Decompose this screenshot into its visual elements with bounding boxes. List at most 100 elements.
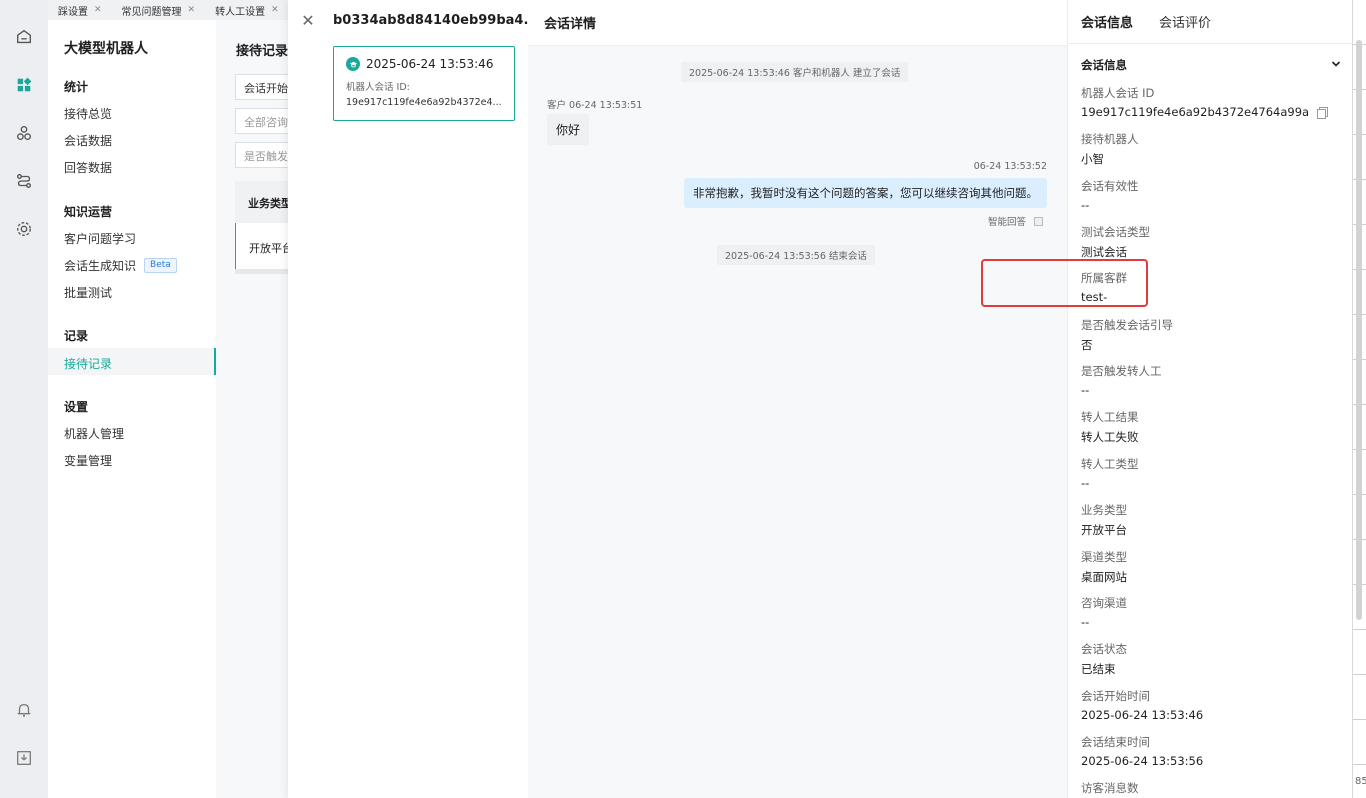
nav-item-session-knowledge[interactable]: 会话生成知识 Beta [64, 257, 177, 274]
close-icon[interactable]: ✕ [94, 5, 102, 15]
close-drawer-button[interactable]: ✕ [298, 10, 318, 30]
session-card[interactable]: 2025-06-24 13:53:46 机器人会话 ID: 19e917c119… [333, 46, 515, 121]
nav-section-title: 知识运营 [64, 205, 113, 219]
message-detail-icon[interactable] [1034, 216, 1043, 226]
bot-message-time: 06-24 13:53:52 [973, 161, 1047, 172]
nav-item-reception-overview[interactable]: 接待总览 [64, 105, 112, 122]
field-business-type: 业务类型 开放平台 [1081, 502, 1341, 538]
chat-panel: 会话详情 2025-06-24 13:53:46 客户和机器人 建立了会话 客户… [528, 0, 1068, 798]
icon-rail [0, 0, 48, 798]
field-transfer-result: 转人工结果 转人工失败 [1081, 409, 1341, 445]
field-label: 会话有效性 [1081, 179, 1139, 193]
top-tab[interactable]: 转人工设置 ✕ [205, 0, 289, 20]
field-value: 否 [1081, 338, 1093, 352]
left-nav: 大模型机器人 统计 接待总览 会话数据 回答数据 知识运营 客户问题学习 会话生… [48, 20, 216, 798]
top-tab-label: 转人工设置 [215, 6, 266, 18]
robot-session-id-value: 19e917c119fe4e6a92b4372e4764a99a [1081, 105, 1310, 119]
field-label: 渠道类型 [1081, 550, 1127, 564]
field-label: 是否触发会话引导 [1081, 318, 1173, 332]
field-label: 转人工结果 [1081, 410, 1139, 424]
top-tab[interactable]: 踩设置 ✕ [48, 0, 112, 20]
nav-section-title: 设置 [64, 400, 89, 414]
system-message-end: 2025-06-24 13:53:56 结束会话 [717, 245, 875, 265]
field-value: 19e917c119fe4e6a92b4372e4764a99a [1081, 105, 1341, 119]
field-value: 已结束 [1081, 662, 1116, 676]
field-value: -- [1081, 615, 1090, 629]
chat-panel-title: 会话详情 [528, 0, 1067, 46]
tab-session-evaluation[interactable]: 会话评价 [1159, 12, 1211, 31]
field-transfer-type: 转人工类型 -- [1081, 456, 1341, 490]
field-value: -- [1081, 383, 1090, 397]
nav-section-title: 记录 [64, 329, 89, 343]
robot-session-icon [346, 57, 360, 71]
scrollbar[interactable] [1356, 40, 1362, 620]
background-window-edge: 85 [1352, 0, 1366, 798]
field-label: 会话开始时间 [1081, 689, 1150, 703]
nav-item-answer-data[interactable]: 回答数据 [64, 159, 112, 176]
nav-item-batch-test[interactable]: 批量测试 [64, 284, 112, 301]
top-tab-label: 踩设置 [58, 6, 88, 18]
session-card-time-row: 2025-06-24 13:53:46 [346, 57, 502, 71]
nav-item-label: 会话生成知识 [64, 259, 137, 273]
info-tab-bar: 会话信息 会话评价 [1068, 0, 1366, 44]
field-label: 是否触发转人工 [1081, 364, 1162, 378]
top-tab[interactable]: 常见问题管理 ✕ [112, 0, 206, 20]
session-list: b0334ab8d84140eb99ba4... 2025-06-24 13:5… [320, 0, 538, 798]
top-tab-label: 常见问题管理 [121, 6, 182, 18]
close-icon[interactable]: ✕ [271, 5, 279, 15]
nav-section-title: 统计 [64, 80, 89, 94]
bot-message: 非常抱歉，我暂时没有这个问题的答案，您可以继续咨询其他问题。 [684, 178, 1047, 208]
field-label: 访客消息数 [1081, 781, 1139, 795]
field-channel-type: 渠道类型 桌面网站 [1081, 549, 1341, 585]
field-visitor-message-count: 访客消息数 [1081, 780, 1341, 796]
field-session-status: 会话状态 已结束 [1081, 641, 1341, 677]
field-value: 2025-06-24 13:53:46 [1081, 708, 1204, 722]
field-consult-channel: 咨询渠道 -- [1081, 595, 1341, 629]
apps-grid-icon[interactable] [14, 75, 34, 95]
field-robot-session-id: 机器人会话 ID 19e917c119fe4e6a92b4372e4764a99… [1081, 85, 1341, 119]
field-label: 会话结束时间 [1081, 735, 1150, 749]
copy-icon[interactable] [1317, 107, 1329, 119]
field-session-end-time: 会话结束时间 2025-06-24 13:53:56 [1081, 734, 1341, 768]
info-section-title: 会话信息 [1081, 58, 1127, 72]
customer-sender-label: 客户 06-24 13:53:51 [547, 100, 643, 111]
session-detail-drawer: ✕ b0334ab8d84140eb99ba4... 2025-06-24 13… [288, 0, 1366, 798]
beta-badge: Beta [144, 258, 177, 273]
download-icon[interactable] [14, 748, 34, 768]
nav-item-session-data[interactable]: 会话数据 [64, 132, 112, 149]
session-start-time: 2025-06-24 13:53:46 [366, 57, 494, 71]
bell-icon[interactable] [14, 700, 34, 720]
page-title: 接待记录 [236, 44, 289, 59]
field-reception-robot: 接待机器人 小智 [1081, 131, 1341, 167]
field-session-validity: 会话有效性 -- [1081, 178, 1341, 212]
nav-item-robot-management[interactable]: 机器人管理 [64, 425, 124, 442]
nav-item-reception-records[interactable]: 接待记录 [64, 355, 112, 372]
settings-gear-icon[interactable] [14, 219, 34, 239]
customer-message: 你好 [547, 114, 590, 145]
nav-item-customer-question-learning[interactable]: 客户问题学习 [64, 230, 136, 247]
visitor-id-title: b0334ab8d84140eb99ba4... [333, 13, 539, 28]
info-section-header[interactable]: 会话信息 [1081, 57, 1341, 73]
users-icon[interactable] [14, 123, 34, 143]
top-tab-bar: 踩设置✕ 常见问题管理✕ 转人工设置✕ 关 [48, 0, 320, 20]
field-session-start-time: 会话开始时间 2025-06-24 13:53:46 [1081, 688, 1341, 722]
app-title: 大模型机器人 [64, 41, 148, 57]
field-label: 机器人会话 ID [1081, 86, 1155, 100]
field-value: 开放平台 [1081, 523, 1127, 537]
tab-session-info[interactable]: 会话信息 [1081, 12, 1133, 31]
field-value: 桌面网站 [1081, 570, 1127, 584]
home-icon[interactable] [14, 27, 34, 47]
field-session-guide-triggered: 是否触发会话引导 否 [1081, 317, 1341, 353]
field-value: 2025-06-24 13:53:56 [1081, 754, 1204, 768]
field-label: 业务类型 [1081, 503, 1127, 517]
chevron-down-icon[interactable] [1331, 58, 1341, 72]
field-label: 转人工类型 [1081, 457, 1139, 471]
field-test-session-type: 测试会话类型 测试会话 [1081, 224, 1341, 260]
flow-icon[interactable] [14, 171, 34, 191]
close-icon[interactable]: ✕ [188, 5, 196, 15]
robot-session-id-label: 机器人会话 ID: [346, 82, 410, 93]
nav-item-variable-management[interactable]: 变量管理 [64, 452, 112, 469]
field-value: -- [1081, 198, 1090, 212]
field-value: test- [1081, 290, 1108, 304]
field-label: 所属客群 [1081, 271, 1127, 285]
